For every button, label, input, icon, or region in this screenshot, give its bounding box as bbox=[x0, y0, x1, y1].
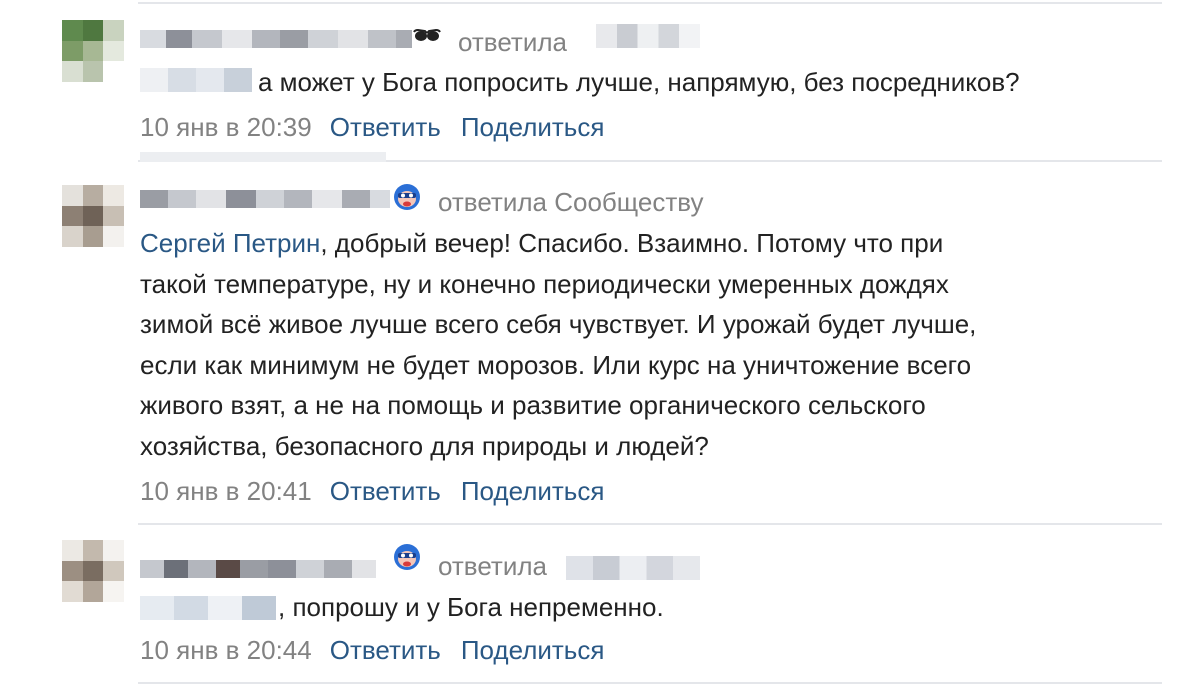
community-avatar-icon bbox=[394, 544, 420, 570]
avatar[interactable] bbox=[62, 20, 124, 82]
reply-target-link[interactable]: Сообществу bbox=[554, 187, 703, 217]
sunglasses-icon bbox=[413, 28, 441, 41]
reply-button[interactable]: Ответить bbox=[330, 635, 441, 665]
share-button[interactable]: Поделиться bbox=[461, 112, 605, 142]
comment-meta: 10 янв в 20:39 Ответить Поделиться bbox=[140, 112, 604, 142]
reply-button[interactable]: Ответить bbox=[330, 112, 441, 142]
avatar[interactable] bbox=[62, 185, 124, 247]
reply-target-name[interactable] bbox=[596, 24, 700, 48]
replied-label: ответила bbox=[458, 27, 567, 57]
comment-text: а может у Бога попросить лучше, напрямую… bbox=[258, 67, 1020, 97]
author-name[interactable] bbox=[140, 188, 390, 210]
blurred-fragment bbox=[140, 152, 386, 162]
reply-line: ответила bbox=[458, 27, 567, 57]
author-name[interactable] bbox=[140, 28, 412, 50]
addressee-name[interactable] bbox=[140, 596, 276, 620]
comment-meta: 10 янв в 20:41 Ответить Поделиться bbox=[140, 476, 604, 506]
mention-link[interactable]: Сергей Петрин bbox=[140, 228, 320, 258]
divider bbox=[138, 682, 1162, 684]
reply-target-name[interactable] bbox=[566, 556, 700, 580]
reply-line: ответила bbox=[438, 551, 547, 581]
share-button[interactable]: Поделиться bbox=[461, 635, 605, 665]
replied-label: ответила bbox=[438, 187, 547, 217]
comment-text: Сергей Петрин, добрый вечер! Спасибо. Вз… bbox=[140, 228, 977, 461]
comment-meta: 10 янв в 20:44 Ответить Поделиться bbox=[140, 635, 604, 665]
community-avatar-icon bbox=[394, 184, 420, 210]
comment-text: , попрошу и у Бога непременно. bbox=[278, 592, 664, 622]
divider bbox=[138, 2, 1162, 4]
replied-label: ответила bbox=[438, 551, 547, 581]
comment-time[interactable]: 10 янв в 20:41 bbox=[140, 476, 312, 506]
share-button[interactable]: Поделиться bbox=[461, 476, 605, 506]
avatar[interactable] bbox=[62, 540, 124, 602]
reply-line: ответила Сообществу bbox=[438, 187, 704, 217]
comment-time[interactable]: 10 янв в 20:39 bbox=[140, 112, 312, 142]
reply-button[interactable]: Ответить bbox=[330, 476, 441, 506]
author-name[interactable] bbox=[140, 558, 376, 580]
comment-time[interactable]: 10 янв в 20:44 bbox=[140, 635, 312, 665]
divider bbox=[138, 523, 1162, 525]
addressee-name[interactable] bbox=[140, 68, 252, 92]
